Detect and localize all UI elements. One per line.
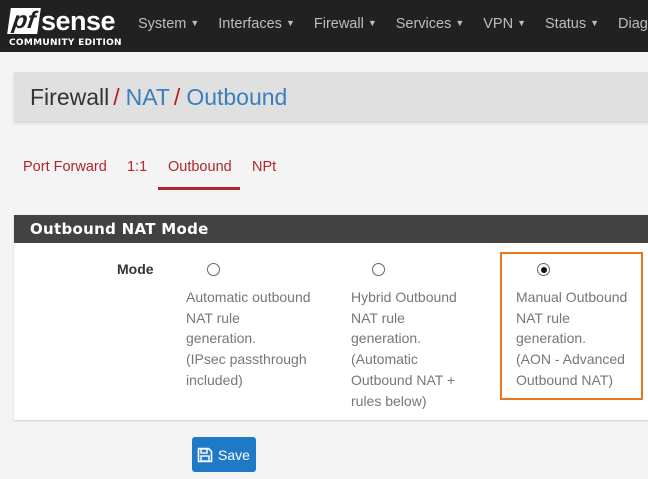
menu-firewall[interactable]: Firewall ▼ xyxy=(314,16,377,32)
logo-sense: sense xyxy=(41,6,116,36)
option-description: Automatic outbound NAT rule generation. … xyxy=(186,289,311,388)
breadcrumb-separator: / xyxy=(173,84,181,110)
save-label: Save xyxy=(218,446,250,463)
breadcrumb-firewall: Firewall xyxy=(30,84,110,110)
main-menu: System ▼ Interfaces ▼ Firewall ▼ Services ▼ … xyxy=(138,16,648,32)
save-button[interactable]: Save xyxy=(192,437,256,472)
breadcrumb-outbound[interactable]: Outbound xyxy=(186,84,287,110)
menu-services[interactable]: Services ▼ xyxy=(396,16,465,32)
edition-label: COMMUNITY EDITION xyxy=(9,38,122,48)
breadcrumb-separator: / xyxy=(113,84,120,110)
breadcrumb: Firewall / NAT / Outbound xyxy=(14,72,648,121)
tab-1-1[interactable]: 1:1 xyxy=(127,158,147,190)
menu-label: System xyxy=(138,16,187,32)
radio-hybrid[interactable] xyxy=(372,263,385,276)
caret-down-icon: ▼ xyxy=(590,18,600,28)
radio-automatic[interactable] xyxy=(207,263,220,276)
menu-vpn[interactable]: VPN ▼ xyxy=(483,16,526,32)
caret-down-icon: ▼ xyxy=(455,18,465,28)
top-navbar: pf sense COMMUNITY EDITION System ▼ Interf… xyxy=(0,0,648,52)
tab-outbound[interactable]: Outbound xyxy=(158,158,240,190)
panel-title: Outbound NAT Mode xyxy=(14,215,648,243)
menu-diagnostics[interactable]: Diag xyxy=(618,16,648,32)
logo-pf: pf xyxy=(7,7,41,34)
save-icon xyxy=(197,447,213,462)
tab-npt[interactable]: NPt xyxy=(252,158,276,190)
highlight-box xyxy=(500,252,643,400)
mode-label: Mode xyxy=(117,261,154,277)
menu-label: VPN xyxy=(483,16,514,32)
caret-down-icon: ▼ xyxy=(285,18,295,28)
caret-down-icon: ▼ xyxy=(517,18,527,28)
tab-port-forward[interactable]: Port Forward xyxy=(23,158,107,190)
menu-status[interactable]: Status ▼ xyxy=(545,16,599,32)
menu-label: Diag xyxy=(618,16,648,32)
menu-label: Status xyxy=(545,16,587,32)
caret-down-icon: ▼ xyxy=(367,18,377,28)
menu-system[interactable]: System ▼ xyxy=(138,16,199,32)
menu-interfaces[interactable]: Interfaces ▼ xyxy=(218,16,295,32)
menu-label: Firewall xyxy=(313,16,364,32)
caret-down-icon: ▼ xyxy=(190,18,200,28)
breadcrumb-nat[interactable]: NAT xyxy=(126,84,170,110)
menu-label: Services xyxy=(395,16,452,32)
option-description: Hybrid Outbound NAT rule generation. (Au… xyxy=(351,289,457,409)
menu-label: Interfaces xyxy=(218,16,282,32)
